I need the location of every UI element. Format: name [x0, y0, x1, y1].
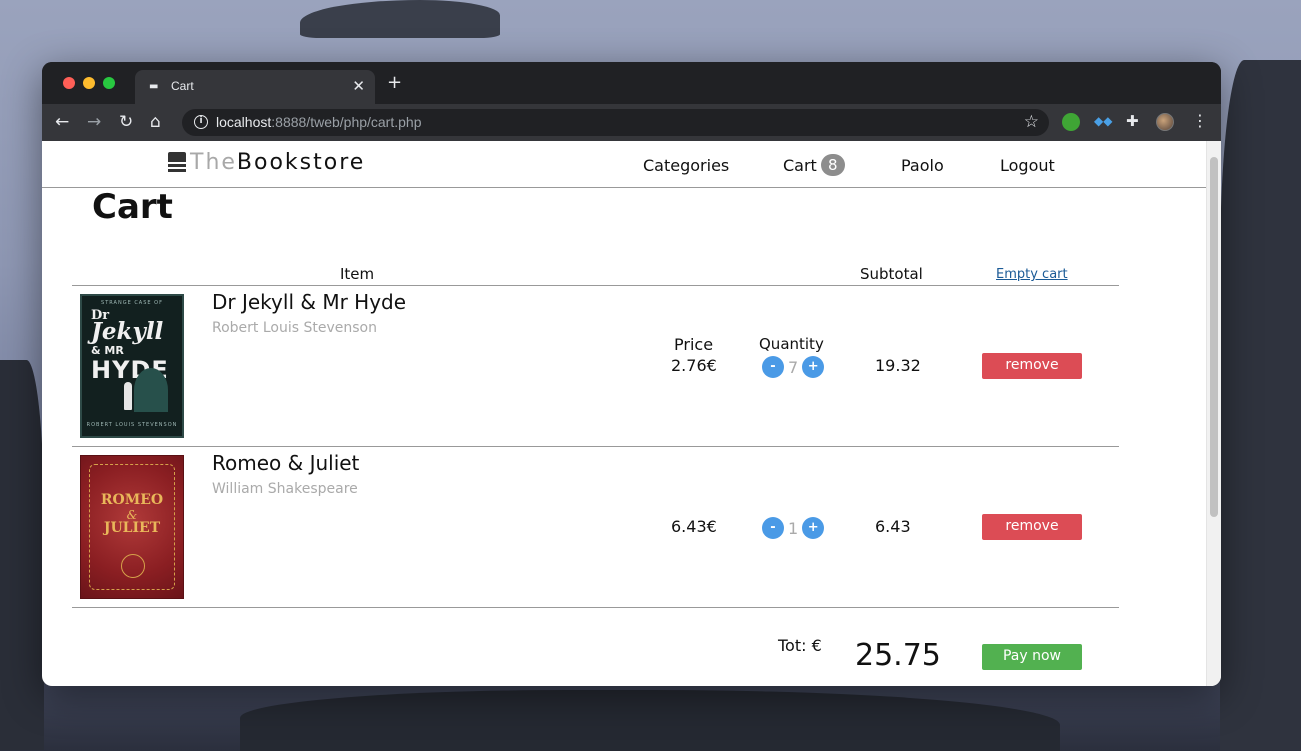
forward-icon[interactable]: →: [87, 113, 101, 131]
nav-logout[interactable]: Logout: [1000, 156, 1055, 175]
cover-ornament: [121, 554, 145, 578]
table-header: Item Price Quantity Subtotal Empty cart: [72, 265, 1119, 354]
book-price: 2.76€: [671, 356, 717, 375]
remove-button[interactable]: remove: [982, 353, 1082, 379]
profile-avatar[interactable]: [1156, 113, 1174, 131]
close-tab-icon[interactable]: ✕: [352, 77, 365, 95]
tab-bar: ▬ Cart ✕ +: [42, 62, 1221, 104]
table-row: STRANGE CASE OF Dr Jekyll & MR HYDE ROBE…: [72, 286, 1119, 447]
page-title: Cart: [92, 187, 173, 227]
maximize-window-button[interactable]: [103, 77, 115, 89]
nav-cart[interactable]: Cart 8: [783, 154, 845, 176]
header-subtotal: Subtotal: [860, 265, 923, 283]
puzzle-extensions-icon[interactable]: ✚: [1126, 112, 1144, 130]
logo-text-bookstore: Bookstore: [236, 150, 366, 175]
book-price: 6.43€: [671, 517, 717, 536]
total-value: 25.75: [855, 638, 941, 673]
cover-text: STRANGE CASE OF: [101, 300, 163, 306]
decrease-quantity-button[interactable]: -: [762, 517, 784, 539]
home-icon[interactable]: ⌂: [150, 113, 161, 131]
background-rock: [1220, 60, 1301, 750]
info-icon[interactable]: i: [194, 115, 208, 129]
book-author: William Shakespeare: [212, 481, 358, 497]
quantity-value: 7: [788, 357, 799, 377]
increase-quantity-button[interactable]: +: [802, 356, 825, 378]
background-rock: [300, 0, 500, 38]
book-author: Robert Louis Stevenson: [212, 320, 377, 336]
pay-now-button[interactable]: Pay now: [982, 644, 1082, 670]
nav-categories[interactable]: Categories: [643, 156, 729, 175]
decrease-quantity-button[interactable]: -: [762, 356, 784, 378]
bookmark-star-icon[interactable]: ☆: [1024, 112, 1039, 132]
new-tab-button[interactable]: +: [387, 74, 402, 92]
book-title[interactable]: Dr Jekyll & Mr Hyde: [212, 290, 406, 314]
quantity-value: 1: [788, 518, 799, 538]
total-label: Tot: €: [778, 636, 822, 655]
book-title[interactable]: Romeo & Juliet: [212, 451, 359, 475]
vertical-scrollbar[interactable]: [1206, 141, 1221, 686]
site-logo[interactable]: The Bookstore: [168, 150, 365, 175]
cart-table: Item Price Quantity Subtotal Empty cart …: [72, 265, 1119, 686]
site-navbar: The Bookstore Categories Cart 8 Paolo Logo…: [42, 141, 1206, 188]
nav-cart-label: Cart: [783, 156, 817, 175]
cover-shadow-figure: [134, 368, 168, 412]
remove-button[interactable]: remove: [982, 514, 1082, 540]
address-bar[interactable]: i localhost:8888/tweb/php/cart.php ☆: [182, 109, 1049, 136]
extension-blue-icon[interactable]: ◆◆: [1094, 114, 1112, 132]
browser-window: ▬ Cart ✕ + ← → ↻ ⌂ i localhost:8888/tweb…: [42, 62, 1221, 686]
tab-cart[interactable]: ▬ Cart ✕: [135, 70, 375, 104]
cover-text: Jekyll: [91, 318, 164, 345]
empty-cart-link[interactable]: Empty cart: [996, 267, 1068, 282]
background-rock: [240, 690, 1060, 751]
nav-user[interactable]: Paolo: [901, 156, 944, 175]
total-row: Tot: € 25.75 Pay now: [72, 608, 1119, 686]
increase-quantity-button[interactable]: +: [802, 517, 825, 539]
cover-figure: [124, 382, 132, 410]
quantity-stepper: - 7 +: [762, 356, 825, 378]
quantity-stepper: - 1 +: [762, 517, 825, 539]
browser-toolbar: ← → ↻ ⌂ i localhost:8888/tweb/php/cart.p…: [42, 104, 1221, 141]
logo-text-the: The: [190, 150, 237, 175]
back-icon[interactable]: ←: [55, 113, 69, 131]
book-cover[interactable]: STRANGE CASE OF Dr Jekyll & MR HYDE ROBE…: [80, 294, 184, 438]
header-item: Item: [340, 265, 375, 283]
cover-text: JULIET: [103, 520, 161, 536]
row-subtotal: 19.32: [875, 356, 921, 375]
cover-text: ROMEO: [100, 492, 164, 508]
table-row: ROMEO & JULIET Romeo & Juliet William Sh…: [72, 447, 1119, 608]
scrollbar-thumb[interactable]: [1210, 157, 1218, 517]
row-subtotal: 6.43: [875, 517, 911, 536]
books-logo-icon: [168, 152, 186, 173]
kebab-menu-icon[interactable]: ⋮: [1192, 111, 1208, 130]
cover-text: ROBERT LOUIS STEVENSON: [86, 422, 178, 428]
book-cover[interactable]: ROMEO & JULIET: [80, 455, 184, 599]
tab-title: Cart: [171, 79, 194, 93]
close-window-button[interactable]: [63, 77, 75, 89]
reload-icon[interactable]: ↻: [119, 113, 133, 131]
background-rock: [0, 360, 44, 750]
url-text[interactable]: localhost:8888/tweb/php/cart.php: [216, 114, 422, 130]
minimize-window-button[interactable]: [83, 77, 95, 89]
extension-green-icon[interactable]: [1062, 113, 1080, 131]
page-viewport: The Bookstore Categories Cart 8 Paolo Logo…: [42, 141, 1221, 686]
book-favicon-icon: ▬: [149, 81, 159, 92]
cart-count-badge: 8: [820, 154, 845, 176]
